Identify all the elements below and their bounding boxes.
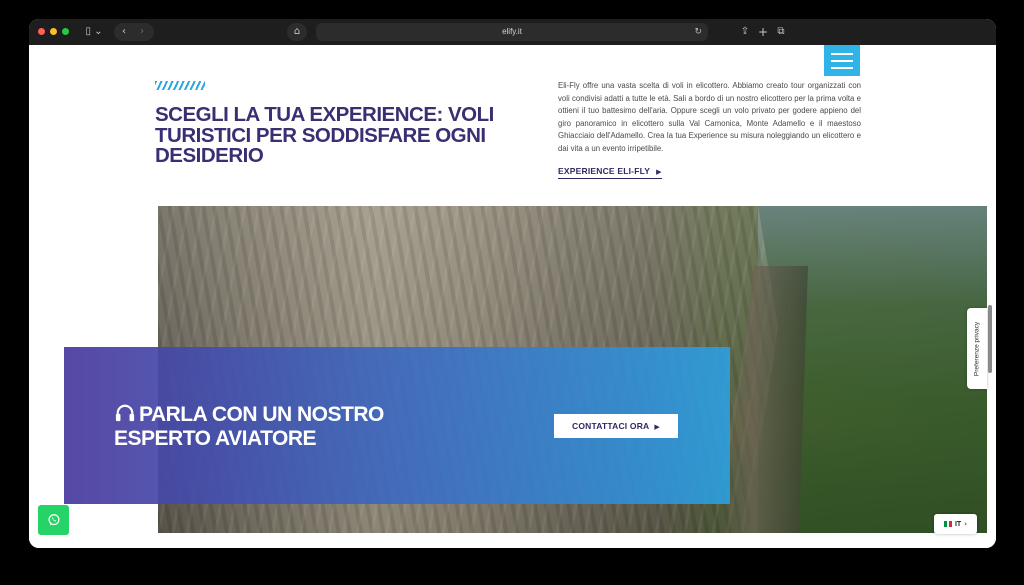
plus-icon[interactable]: + [756,24,770,40]
language-switcher[interactable]: IT › [934,514,977,534]
cta-title: PARLA CON UN NOSTRO ESPERTO AVIATORE [114,403,434,451]
address-bar[interactable]: elify.it ↻ [316,23,708,41]
scrollbar[interactable] [988,305,992,373]
privacy-tab-label: Preferenze privacy [973,321,981,376]
hamburger-menu-button[interactable] [824,45,860,76]
tabs-overview-icon[interactable]: ⧉ [774,24,788,40]
browser-window: ▯ ⌄ ‹ › ⌂ elify.it ↻ ⇪ + ⧉ SCEGLI LA TUA… [29,19,996,548]
whatsapp-button[interactable] [38,505,69,535]
menu-bar [831,59,853,62]
intro-paragraph: Eli-Fly offre una vasta scelta di voli i… [558,81,861,153]
contact-cta-panel: PARLA CON UN NOSTRO ESPERTO AVIATORE CON… [64,347,730,504]
share-icon[interactable]: ⇪ [738,24,752,40]
chevron-right-icon: › [964,520,968,528]
sidebar-icon[interactable]: ▯ ⌄ [82,24,106,40]
chevron-right-icon[interactable]: › [135,24,149,40]
url-text: elify.it [502,27,522,36]
language-code: IT [954,520,962,528]
contact-now-button[interactable]: CONTATTACI ORA ▶ [554,414,678,438]
experience-link[interactable]: EXPERIENCE ELI-FLY ▶ [558,166,662,179]
whatsapp-icon [47,514,60,526]
caret-right-icon: ▶ [654,423,660,431]
experience-link-label: EXPERIENCE ELI-FLY [558,166,651,176]
italy-flag-icon [943,521,952,527]
caret-right-icon: ▶ [656,168,662,176]
privacy-preferences-tab[interactable]: Preferenze privacy [967,308,987,389]
reload-icon[interactable]: ↻ [694,23,702,41]
cta-title-text: PARLA CON UN NOSTRO ESPERTO AVIATORE [114,403,384,450]
headset-icon [115,404,135,422]
page-content: SCEGLI LA TUA EXPERIENCE: VOLI TURISTICI… [29,45,996,548]
decorative-stripes [155,81,205,90]
close-window-button[interactable] [38,28,45,35]
home-icon[interactable]: ⌂ [287,23,307,41]
minimize-window-button[interactable] [50,28,57,35]
chevron-left-icon[interactable]: ‹ [117,24,131,40]
menu-bar [831,52,853,55]
zoom-window-button[interactable] [62,28,69,35]
experience-headline: SCEGLI LA TUA EXPERIENCE: VOLI TURISTICI… [155,103,494,167]
contact-now-label: CONTATTACI ORA [572,421,650,431]
browser-titlebar: ▯ ⌄ ‹ › ⌂ elify.it ↻ ⇪ + ⧉ [29,19,996,45]
menu-bar [831,66,853,69]
